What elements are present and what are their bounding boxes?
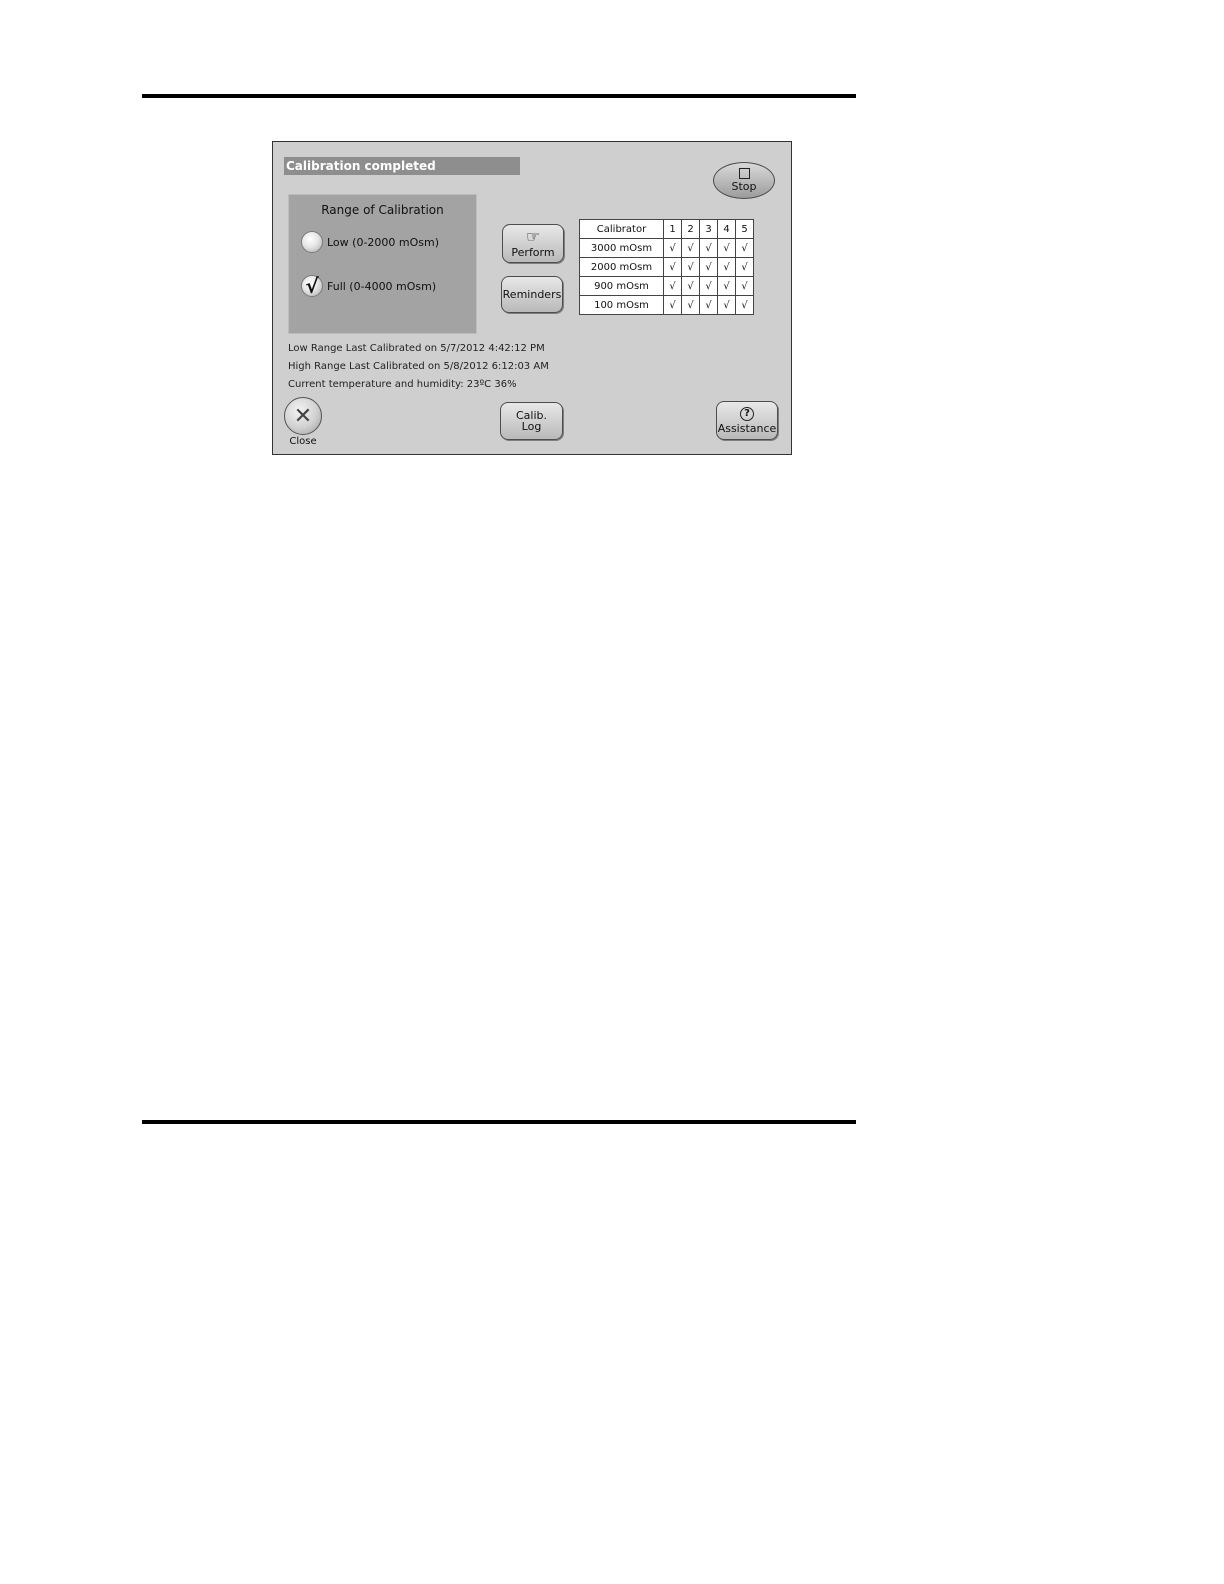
close-button-label: Close bbox=[289, 436, 317, 447]
temperature-humidity: Current temperature and humidity: 23ºC 3… bbox=[288, 379, 517, 390]
check-cell: √ bbox=[735, 238, 754, 258]
radio-option-low[interactable]: Low (0-2000 mOsm) bbox=[301, 231, 439, 253]
stop-square-icon bbox=[738, 168, 750, 179]
radio-low[interactable] bbox=[301, 231, 323, 253]
check-cell: √ bbox=[681, 257, 700, 277]
calib-log-button[interactable]: Calib. Log bbox=[500, 402, 563, 440]
window-title: Calibration completed bbox=[284, 157, 520, 175]
check-cell: √ bbox=[663, 276, 682, 296]
check-cell: √ bbox=[699, 238, 718, 258]
calibrator-table: Calibrator 1 2 3 4 5 3000 mOsm √ √ √ √ √… bbox=[579, 219, 754, 315]
table-row: 900 mOsm √ √ √ √ √ bbox=[579, 276, 754, 296]
calibrator-name: 2000 mOsm bbox=[579, 257, 664, 277]
stop-button-label: Stop bbox=[731, 180, 757, 193]
help-icon: ? bbox=[740, 406, 754, 421]
table-row: 2000 mOsm √ √ √ √ √ bbox=[579, 257, 754, 277]
table-row: 3000 mOsm √ √ √ √ √ bbox=[579, 238, 754, 258]
perform-button-label: Perform bbox=[511, 245, 555, 259]
calibrator-name: 900 mOsm bbox=[579, 276, 664, 296]
pointing-hand-icon: ☞ bbox=[525, 226, 541, 246]
check-cell: √ bbox=[735, 257, 754, 277]
check-cell: √ bbox=[717, 295, 736, 315]
check-cell: √ bbox=[663, 238, 682, 258]
assistance-button[interactable]: ? Assistance bbox=[716, 401, 778, 440]
perform-button[interactable]: ☞ Perform bbox=[502, 224, 564, 263]
check-cell: √ bbox=[699, 257, 718, 277]
check-cell: √ bbox=[663, 295, 682, 315]
table-header-cell: 2 bbox=[681, 219, 700, 239]
close-icon[interactable]: ✕ bbox=[284, 397, 322, 435]
table-header-cell: Calibrator bbox=[579, 219, 664, 239]
low-range-last-calibrated: Low Range Last Calibrated on 5/7/2012 4:… bbox=[288, 343, 545, 354]
check-cell: √ bbox=[717, 238, 736, 258]
calibration-screen: Calibration completed Stop Range of Cali… bbox=[272, 141, 792, 455]
reminders-button-label: Reminders bbox=[502, 288, 562, 301]
check-cell: √ bbox=[699, 276, 718, 296]
range-panel-title: Range of Calibration bbox=[321, 203, 444, 217]
check-cell: √ bbox=[735, 276, 754, 296]
reminders-button[interactable]: Reminders bbox=[501, 276, 563, 313]
check-cell: √ bbox=[663, 257, 682, 277]
checkmark-icon: √ bbox=[305, 274, 319, 298]
assistance-button-label: Assistance bbox=[717, 421, 777, 435]
table-header-cell: 5 bbox=[735, 219, 754, 239]
top-rule bbox=[142, 94, 856, 98]
check-cell: √ bbox=[681, 276, 700, 296]
radio-full[interactable]: √ bbox=[301, 275, 323, 297]
check-cell: √ bbox=[681, 238, 700, 258]
radio-option-full[interactable]: √ Full (0-4000 mOsm) bbox=[301, 275, 436, 297]
radio-low-label: Low (0-2000 mOsm) bbox=[327, 235, 440, 249]
calib-log-label-line2: Log bbox=[521, 420, 542, 433]
high-range-last-calibrated: High Range Last Calibrated on 5/8/2012 6… bbox=[288, 361, 549, 372]
table-header-row: Calibrator 1 2 3 4 5 bbox=[579, 219, 754, 239]
table-header-cell: 4 bbox=[717, 219, 736, 239]
check-cell: √ bbox=[681, 295, 700, 315]
calibrator-name: 100 mOsm bbox=[579, 295, 664, 315]
check-cell: √ bbox=[717, 257, 736, 277]
close-button[interactable]: ✕ Close bbox=[283, 397, 323, 447]
bottom-rule bbox=[142, 1120, 856, 1124]
range-of-calibration-panel: Range of Calibration Low (0-2000 mOsm) √… bbox=[288, 194, 477, 334]
radio-full-label: Full (0-4000 mOsm) bbox=[327, 279, 437, 293]
table-header-cell: 1 bbox=[663, 219, 682, 239]
stop-button[interactable]: Stop bbox=[713, 162, 775, 199]
table-header-cell: 3 bbox=[699, 219, 718, 239]
check-cell: √ bbox=[735, 295, 754, 315]
calibrator-name: 3000 mOsm bbox=[579, 238, 664, 258]
check-cell: √ bbox=[699, 295, 718, 315]
check-cell: √ bbox=[717, 276, 736, 296]
table-row: 100 mOsm √ √ √ √ √ bbox=[579, 295, 754, 315]
